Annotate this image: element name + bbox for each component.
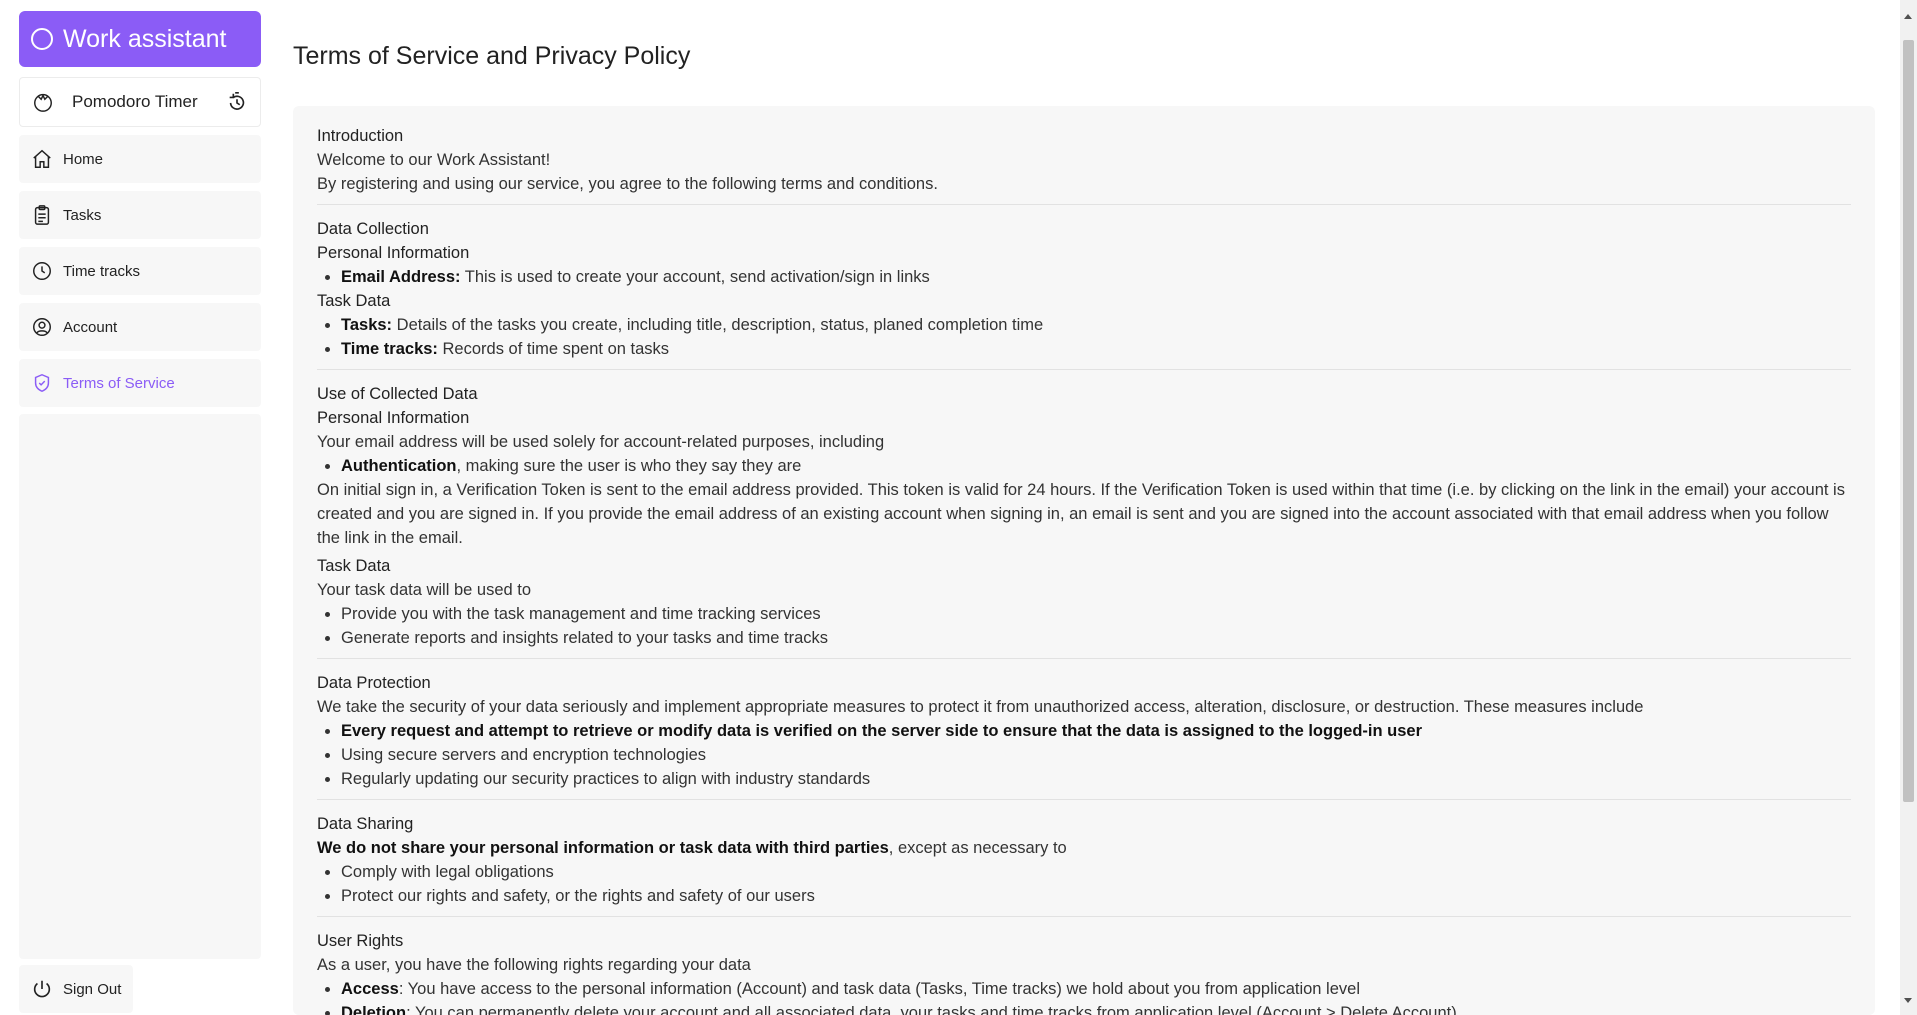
- paragraph: On initial sign in, a Verification Token…: [317, 481, 1845, 547]
- sidebar-panel: [19, 414, 261, 959]
- list: Every request and attempt to retrieve or…: [317, 719, 1851, 791]
- pomodoro-timer-button[interactable]: Pomodoro Timer: [19, 77, 261, 127]
- bold-term: Time tracks:: [341, 340, 438, 358]
- list-item: Access: You have access to the personal …: [341, 977, 1851, 1001]
- list: Provide you with the task management and…: [317, 602, 1851, 650]
- sidebar: Work assistant Pomodoro Timer Home Tasks: [19, 11, 261, 1013]
- list-item: Every request and attempt to retrieve or…: [341, 719, 1851, 743]
- power-icon: [33, 980, 51, 998]
- shield-check-icon: [34, 373, 50, 393]
- timer-icon[interactable]: [226, 91, 248, 113]
- bold-term: Access: [341, 980, 399, 998]
- list: Tasks: Details of the tasks you create, …: [317, 313, 1851, 361]
- sidebar-item-label: Home: [63, 150, 104, 168]
- sidebar-item-home[interactable]: Home: [19, 135, 261, 183]
- item-text: , making sure the user is who they say t…: [456, 457, 802, 475]
- subsection-title: Task Data: [317, 292, 391, 310]
- list-item: Tasks: Details of the tasks you create, …: [341, 313, 1851, 337]
- list-item: Comply with legal obligations: [341, 860, 1851, 884]
- scroll-down-arrow-icon[interactable]: [1904, 998, 1912, 1003]
- item-text: : You can permanently delete your accoun…: [406, 1004, 1457, 1015]
- subsection-title: Task Data: [317, 557, 391, 575]
- circle-logo-icon: [31, 28, 53, 50]
- bold-term: Authentication: [341, 457, 457, 475]
- section-title: Use of Collected Data: [317, 385, 478, 403]
- list-item: Time tracks: Records of time spent on ta…: [341, 337, 1851, 361]
- list-item: Provide you with the task management and…: [341, 602, 1851, 626]
- item-text: Details of the tasks you create, includi…: [392, 316, 1044, 334]
- section-title: Data Collection: [317, 220, 429, 238]
- scroll-thumb[interactable]: [1903, 40, 1914, 802]
- sidebar-item-terms-of-service[interactable]: Terms of Service: [19, 359, 261, 407]
- use-of-data-section: Use of Collected Data Personal Informati…: [317, 382, 1851, 659]
- subsection-title: Personal Information: [317, 409, 470, 427]
- home-icon: [33, 149, 51, 168]
- page-title: Terms of Service and Privacy Policy: [293, 42, 691, 70]
- clock-icon: [33, 262, 51, 280]
- paragraph: Your email address will be used solely f…: [317, 433, 885, 451]
- list-item: Using secure servers and encryption tech…: [341, 743, 1851, 767]
- paragraph: By registering and using our service, yo…: [317, 175, 938, 193]
- item-text: Records of time spent on tasks: [437, 340, 670, 358]
- paragraph: We do not share your personal informatio…: [317, 836, 1851, 860]
- bold-term: Every request and attempt to retrieve or…: [341, 722, 1423, 740]
- list-item: Deletion: You can permanently delete you…: [341, 1001, 1851, 1015]
- sidebar-item-label: Terms of Service: [63, 374, 175, 392]
- item-text: : You have access to the personal inform…: [398, 980, 1360, 998]
- user-circle-icon: [33, 318, 51, 336]
- bold-term: We do not share your personal informatio…: [317, 839, 889, 857]
- list: Access: You have access to the personal …: [317, 977, 1851, 1015]
- item-text: , except as necessary to: [888, 839, 1067, 857]
- clipboard-icon: [34, 205, 50, 225]
- list-item: Authentication, making sure the user is …: [341, 454, 1851, 478]
- sign-out-button[interactable]: Sign Out: [19, 965, 133, 1013]
- page-scrollbar[interactable]: [1900, 0, 1917, 1015]
- list-item: Email Address: This is used to create yo…: [341, 265, 1851, 289]
- user-rights-section: User Rights As a user, you have the foll…: [317, 929, 1851, 1015]
- sign-out-label: Sign Out: [63, 980, 122, 998]
- list: Authentication, making sure the user is …: [317, 454, 1851, 478]
- list-item: Generate reports and insights related to…: [341, 626, 1851, 650]
- section-title: User Rights: [317, 932, 404, 950]
- list-item: Regularly updating our security practice…: [341, 767, 1851, 791]
- bold-term: Email Address:: [341, 268, 461, 286]
- data-sharing-section: Data Sharing We do not share your person…: [317, 812, 1851, 917]
- brand-name: Work assistant: [63, 24, 227, 53]
- sidebar-item-label: Tasks: [63, 206, 102, 224]
- terms-content: Introduction Welcome to our Work Assista…: [293, 106, 1875, 1015]
- paragraph: Welcome to our Work Assistant!: [317, 151, 551, 169]
- section-title: Data Protection: [317, 674, 431, 692]
- paragraph: We take the security of your data seriou…: [317, 698, 1644, 716]
- data-protection-section: Data Protection We take the security of …: [317, 671, 1851, 800]
- sidebar-item-tasks[interactable]: Tasks: [19, 191, 261, 239]
- bold-term: Deletion: [341, 1004, 407, 1015]
- sidebar-item-account[interactable]: Account: [19, 303, 261, 351]
- sidebar-item-time-tracks[interactable]: Time tracks: [19, 247, 261, 295]
- scroll-up-arrow-icon[interactable]: [1904, 14, 1912, 19]
- paragraph: As a user, you have the following rights…: [317, 956, 751, 974]
- subsection-title: Personal Information: [317, 244, 470, 262]
- brand-logo[interactable]: Work assistant: [19, 11, 261, 67]
- tomato-icon: [34, 93, 52, 112]
- pomodoro-label: Pomodoro Timer: [72, 92, 198, 111]
- list: Comply with legal obligations Protect ou…: [317, 860, 1851, 908]
- bold-term: Tasks:: [341, 316, 393, 334]
- section-title: Data Sharing: [317, 815, 414, 833]
- list: Email Address: This is used to create yo…: [317, 265, 1851, 289]
- sidebar-item-label: Account: [63, 318, 118, 336]
- sidebar-item-label: Time tracks: [63, 262, 140, 280]
- section-title: Introduction: [317, 127, 404, 145]
- data-collection-section: Data Collection Personal Information Ema…: [317, 217, 1851, 370]
- introduction-section: Introduction Welcome to our Work Assista…: [317, 124, 1851, 205]
- list-item: Protect our rights and safety, or the ri…: [341, 884, 1851, 908]
- paragraph: Your task data will be used to: [317, 581, 532, 599]
- item-text: This is used to create your account, sen…: [460, 268, 930, 286]
